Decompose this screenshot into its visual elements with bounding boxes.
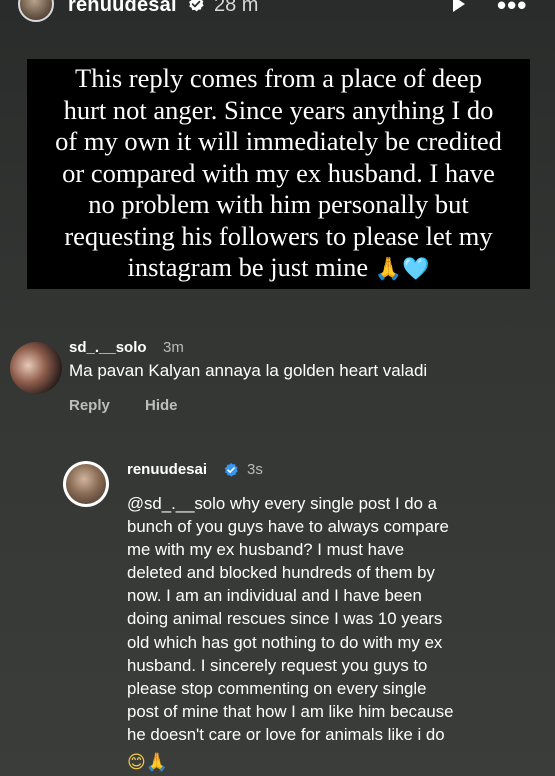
reply-time: 3s xyxy=(247,461,263,478)
reply-text-line: deleted and blocked hundreds of them by xyxy=(127,563,435,583)
reply-text: @sd_.__solo why every single post I do a… xyxy=(127,492,547,746)
quote-line: hurt not anger. Since years anything I d… xyxy=(63,94,494,125)
reply-text-line: me with my ex husband? I must have xyxy=(127,540,405,560)
quote-line: This reply comes from a place of deep xyxy=(75,63,482,93)
reply-button[interactable]: Reply xyxy=(69,397,110,414)
verified-badge-icon xyxy=(189,0,204,12)
reply-text-line: post of mine that how I am like him beca… xyxy=(127,701,454,721)
quote-line: no problem with him personally but xyxy=(88,189,469,219)
comment-avatar[interactable] xyxy=(10,342,62,394)
reply-text-line: please stop commenting on every single xyxy=(127,678,427,698)
reply-text-line: bunch of you guys have to always compare xyxy=(127,517,449,537)
comment-username[interactable]: sd_.__solo xyxy=(69,339,147,356)
story-quote-box: This reply comes from a place of deep hu… xyxy=(27,59,530,289)
comment-time: 3m xyxy=(163,339,184,356)
story-quote-text: This reply comes from a place of deep hu… xyxy=(27,63,530,286)
quote-line: requesting his followers to please let m… xyxy=(64,220,493,251)
reply-text-line: he doesn't care or love for animals like… xyxy=(127,724,445,744)
pray-heart-emoji: 🙏🩵 xyxy=(374,257,430,282)
reply-avatar[interactable] xyxy=(63,461,109,507)
verified-badge-icon xyxy=(224,463,238,477)
story-username[interactable]: renuudesai xyxy=(68,0,177,17)
reply-text-line: now. I am an individual and I have been xyxy=(127,586,422,606)
quote-line: of my own it will immediately be credite… xyxy=(55,126,502,156)
reply-emojis: 😊🙏 xyxy=(127,753,168,773)
quote-line: instagram be just mine xyxy=(127,252,369,282)
more-options-icon[interactable]: ••• xyxy=(497,0,527,18)
play-icon[interactable] xyxy=(452,0,466,12)
story-header: renuudesai 28 m ••• xyxy=(0,0,555,22)
story-avatar[interactable] xyxy=(18,0,54,22)
reply-username[interactable]: renuudesai xyxy=(127,461,207,478)
reply-text-line: husband. I sincerely request you guys to xyxy=(127,655,428,675)
pray-emoji: 🙏 xyxy=(145,752,169,773)
reply-text-line: @sd_.__solo why every single post I do a xyxy=(127,494,437,513)
quote-line: or compared with my ex husband. I have xyxy=(62,157,495,188)
reply-avatar-image xyxy=(66,464,106,504)
story-time: 28 m xyxy=(214,0,259,16)
comment-text: Ma pavan Kalyan annaya la golden heart v… xyxy=(69,361,428,380)
reply-text-line: old which has got nothing to do with my … xyxy=(127,632,443,652)
reply-text-line: doing animal rescues since I was 10 year… xyxy=(127,609,443,629)
smiley-emoji: 😊 xyxy=(127,752,146,773)
hide-button[interactable]: Hide xyxy=(145,397,178,414)
